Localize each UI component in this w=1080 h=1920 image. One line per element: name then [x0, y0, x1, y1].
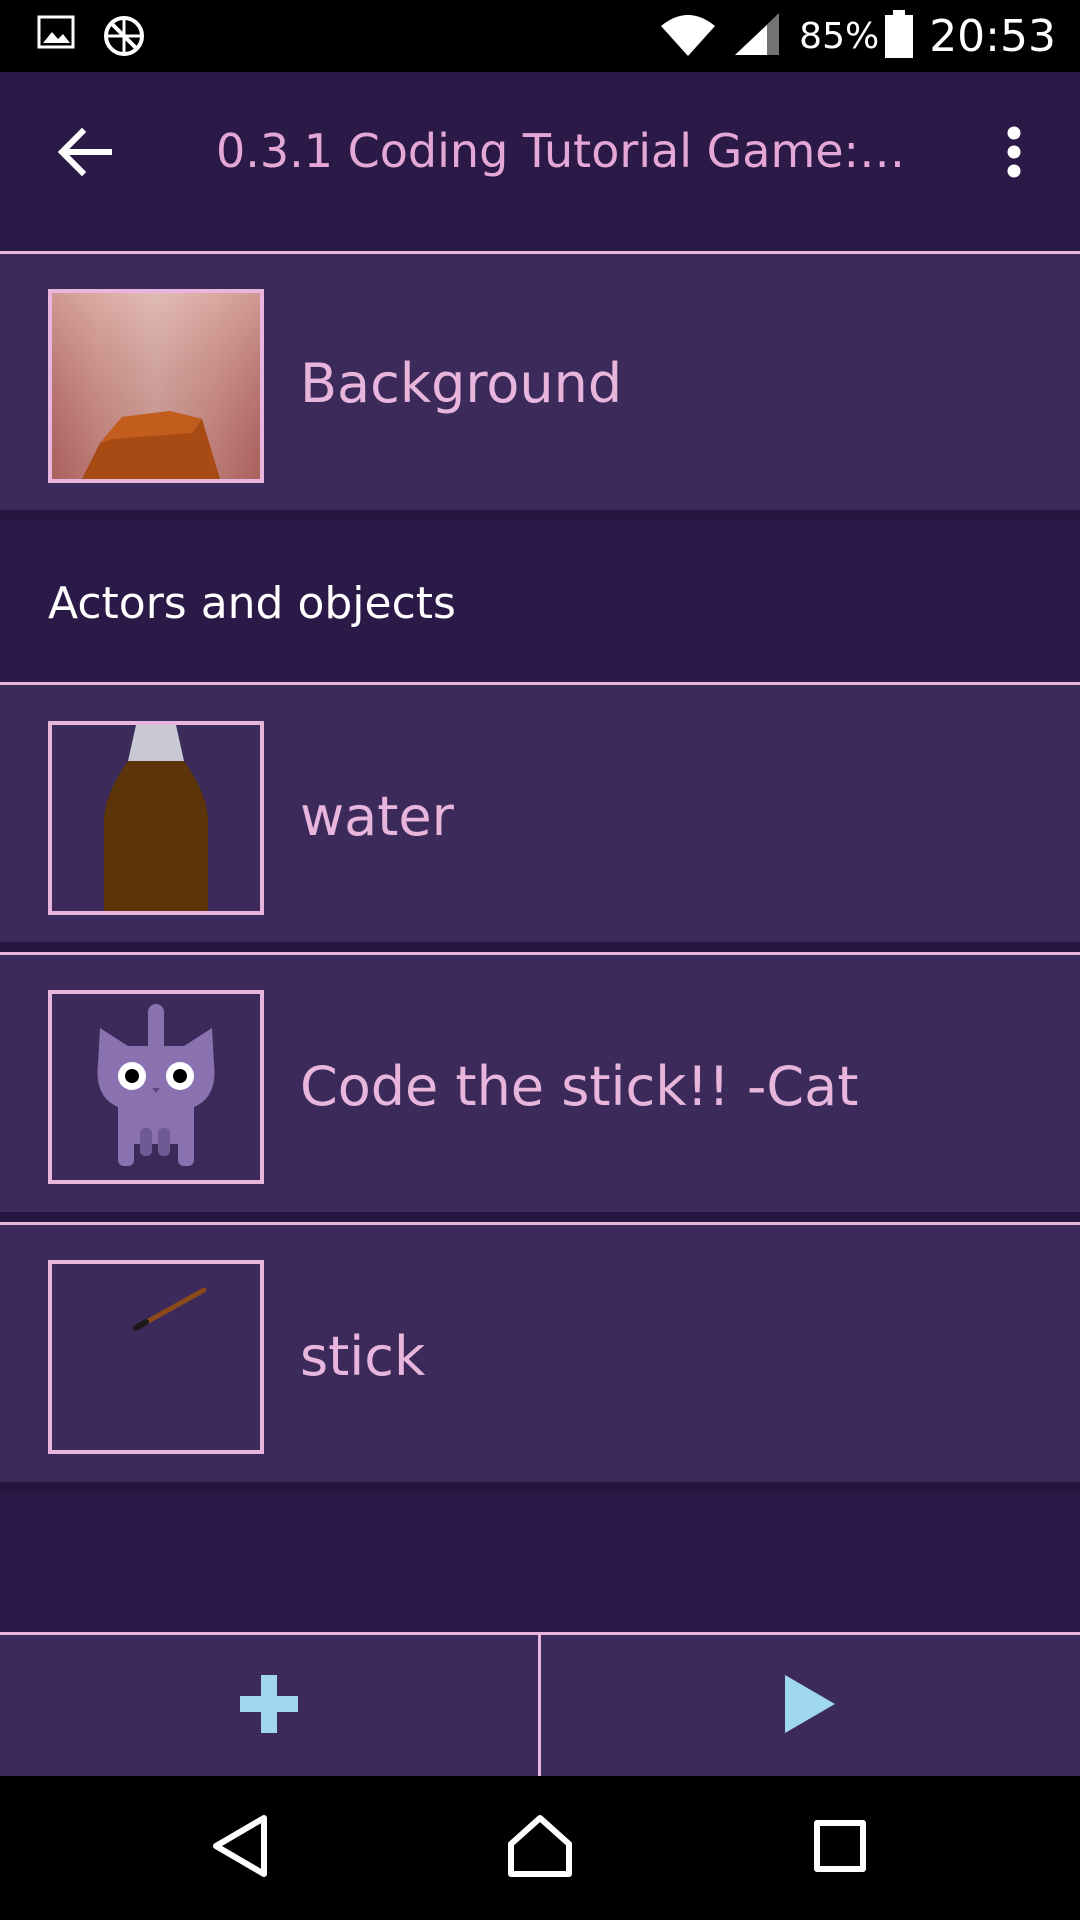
nav-recents-icon	[813, 1819, 867, 1877]
actor-label: stick	[300, 1325, 426, 1388]
play-icon	[783, 1674, 837, 1737]
sync-disabled-icon	[100, 12, 148, 64]
list-shadow	[0, 1482, 1080, 1492]
list-item-cat[interactable]: Code the stick!! -Cat	[0, 955, 1080, 1212]
nav-back-button[interactable]	[190, 1798, 290, 1898]
status-bar: 85% 20:53	[0, 0, 1080, 72]
nav-home-icon	[507, 1814, 573, 1882]
back-button[interactable]	[40, 110, 128, 198]
section-title: Actors and objects	[48, 578, 456, 629]
overflow-menu-button[interactable]	[978, 110, 1050, 198]
navigation-bar	[0, 1776, 1080, 1920]
battery-percent: 85%	[799, 15, 880, 57]
list-item-water[interactable]: water	[0, 685, 1080, 942]
actor-label: Code the stick!! -Cat	[300, 1055, 859, 1118]
cat-thumbnail	[48, 990, 264, 1184]
plus-icon	[240, 1674, 298, 1737]
clock: 20:53	[929, 10, 1056, 62]
add-button[interactable]	[0, 1635, 538, 1776]
list-shadow	[0, 942, 1080, 952]
background-label: Background	[300, 352, 623, 415]
status-icons: 85% 20:53	[659, 0, 1056, 72]
wifi-icon	[659, 10, 717, 62]
actors-section-header: Actors and objects	[0, 522, 1080, 682]
signal-icon	[733, 11, 781, 61]
water-bottle-thumbnail	[48, 721, 264, 915]
nav-home-button[interactable]	[490, 1798, 590, 1898]
nav-back-icon	[210, 1814, 270, 1882]
play-button[interactable]	[541, 1635, 1079, 1776]
actor-label: water	[300, 785, 454, 848]
app-title: 0.3.1 Coding Tutorial Game: Tur…	[216, 124, 916, 178]
bottom-action-bar	[0, 1632, 1080, 1776]
stick-thumbnail	[48, 1260, 264, 1454]
app-bar: 0.3.1 Coding Tutorial Game: Tur…	[0, 72, 1080, 236]
list-item-background[interactable]: Background	[0, 254, 1080, 510]
more-vert-icon	[1006, 126, 1022, 182]
battery-icon	[885, 10, 914, 62]
list-shadow	[0, 510, 1080, 520]
image-icon	[36, 12, 76, 56]
list-item-stick[interactable]: stick	[0, 1225, 1080, 1482]
screen: 85% 20:53 0.3.1 Coding Tutorial Game: Tu…	[0, 0, 1080, 1920]
background-thumbnail	[48, 289, 264, 483]
arrow-back-icon	[56, 127, 113, 180]
list-shadow	[0, 1212, 1080, 1222]
nav-recents-button[interactable]	[790, 1798, 890, 1898]
